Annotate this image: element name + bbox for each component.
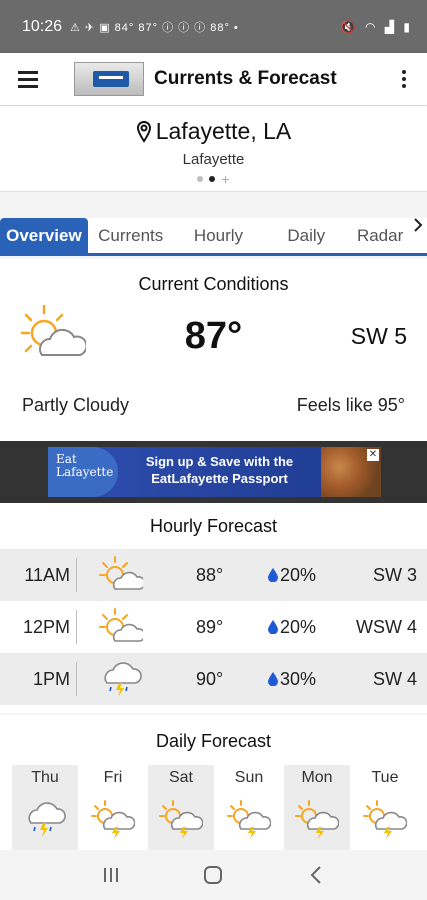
location-pager[interactable]: + bbox=[0, 172, 427, 186]
day-label: Thu bbox=[31, 769, 59, 786]
tab-radar[interactable]: Radar bbox=[349, 218, 411, 253]
station-logo bbox=[74, 62, 144, 96]
tab-hourly[interactable]: Hourly bbox=[174, 218, 264, 253]
hour-time: 11AM bbox=[24, 564, 70, 585]
hamburger-menu-icon[interactable] bbox=[18, 70, 48, 88]
daily-forecast-title: Daily Forecast bbox=[155, 731, 272, 751]
hour-precip: 20% bbox=[280, 564, 317, 585]
current-conditions-card: Current Conditions 87° SW 5 Partly Cloud… bbox=[0, 259, 427, 441]
location-header: Lafayette, LA Lafayette + bbox=[0, 106, 427, 192]
daily-item[interactable]: Thu bbox=[12, 765, 78, 850]
location-name: Lafayette, LA bbox=[155, 118, 292, 144]
hour-temp: 88° bbox=[196, 564, 224, 585]
hour-temp: 89° bbox=[196, 616, 224, 637]
recent-apps-icon[interactable] bbox=[100, 864, 122, 886]
partly-sunny-icon bbox=[99, 556, 143, 590]
partly-sunny-icon bbox=[99, 608, 143, 642]
day-label: Sun bbox=[234, 769, 264, 786]
daily-item[interactable]: Mon bbox=[284, 765, 350, 850]
sun-thunder-icon bbox=[363, 800, 407, 839]
hour-time: 12PM bbox=[22, 616, 70, 637]
tab-daily[interactable]: Daily bbox=[263, 218, 349, 253]
hour-precip: 20% bbox=[280, 616, 317, 637]
raindrop-icon bbox=[268, 568, 278, 582]
tab-currents[interactable]: Currents bbox=[88, 218, 174, 253]
sun-thunder-icon bbox=[91, 800, 135, 839]
hour-wind: SW 4 bbox=[372, 668, 417, 689]
status-time: 10:26 bbox=[22, 17, 63, 35]
ad-headline: Sign up & Save with the EatLafayette Pas… bbox=[145, 454, 294, 486]
tab-overview[interactable]: Overview bbox=[0, 218, 88, 253]
location-pin-icon bbox=[136, 120, 151, 143]
sun-thunder-icon bbox=[227, 800, 271, 839]
daily-item[interactable]: Sat bbox=[148, 765, 214, 850]
back-icon[interactable] bbox=[305, 864, 327, 886]
pager-dot-active[interactable] bbox=[209, 176, 216, 182]
current-condition-text: Partly Cloudy bbox=[22, 395, 130, 415]
thunderstorm-icon bbox=[104, 662, 142, 697]
sun-thunder-icon bbox=[295, 800, 339, 839]
daily-item[interactable]: Tue bbox=[352, 765, 418, 850]
overflow-menu-icon[interactable] bbox=[399, 70, 409, 88]
notification-icons: ⚠ ✈ ▣ 84° 87° ⓘ ⓘ ⓘ 88° • bbox=[70, 21, 239, 34]
current-wind: SW 5 bbox=[350, 323, 407, 349]
system-nav-bar bbox=[0, 850, 427, 900]
hour-precip: 30% bbox=[280, 668, 317, 689]
hour-wind: WSW 4 bbox=[356, 616, 417, 637]
day-label: Sat bbox=[168, 769, 193, 786]
home-icon[interactable] bbox=[202, 864, 224, 886]
hourly-forecast-title: Hourly Forecast bbox=[149, 516, 278, 536]
sun-thunder-icon bbox=[159, 800, 203, 839]
hourly-row[interactable]: 1PM 90° 30% SW 4 bbox=[0, 653, 427, 705]
pager-dot[interactable] bbox=[197, 176, 204, 182]
chevron-right-icon[interactable] bbox=[413, 218, 427, 232]
hourly-row[interactable]: 12PM 89° 20% WSW 4 bbox=[0, 601, 427, 653]
day-label: Tue bbox=[371, 769, 399, 786]
ad-close-icon[interactable]: ✕ bbox=[367, 449, 379, 461]
day-label: Mon bbox=[301, 769, 333, 786]
current-conditions-title: Current Conditions bbox=[138, 274, 289, 294]
tab-bar: Overview Currents Hourly Daily Radar bbox=[0, 218, 427, 256]
daily-forecast-card: Daily Forecast Thu Fri Sat Sun Mon Tue bbox=[0, 715, 427, 850]
hour-temp: 90° bbox=[196, 668, 224, 689]
add-location-icon[interactable]: + bbox=[221, 172, 229, 186]
hour-wind: SW 3 bbox=[372, 564, 417, 585]
daily-item[interactable]: Fri bbox=[80, 765, 146, 850]
location-sub: Lafayette bbox=[182, 151, 245, 168]
hourly-row[interactable]: 11AM 88° 20% SW 3 bbox=[0, 549, 427, 601]
hour-time: 1PM bbox=[32, 668, 70, 689]
ad-logo: Eat Lafayette bbox=[48, 447, 118, 497]
ad-banner[interactable]: Eat Lafayette Sign up & Save with the Ea… bbox=[0, 441, 427, 503]
thunderstorm-icon bbox=[28, 802, 66, 837]
raindrop-icon bbox=[268, 620, 278, 634]
day-label: Fri bbox=[103, 769, 123, 786]
feels-like-text: Feels like 95° bbox=[296, 395, 405, 415]
system-icons: 🔇 ◠ ▟ ▮ bbox=[340, 19, 413, 34]
app-title: Currents & Forecast bbox=[154, 68, 337, 89]
hourly-forecast-card: Hourly Forecast 11AM 88° 20% SW 3 12PM 8… bbox=[0, 503, 427, 713]
raindrop-icon bbox=[268, 672, 278, 686]
status-bar: 10:26 ⚠ ✈ ▣ 84° 87° ⓘ ⓘ ⓘ 88° • 🔇 ◠ ▟ ▮ bbox=[0, 0, 427, 53]
app-bar: Currents & Forecast bbox=[0, 53, 427, 105]
daily-item[interactable]: Sun bbox=[216, 765, 282, 850]
